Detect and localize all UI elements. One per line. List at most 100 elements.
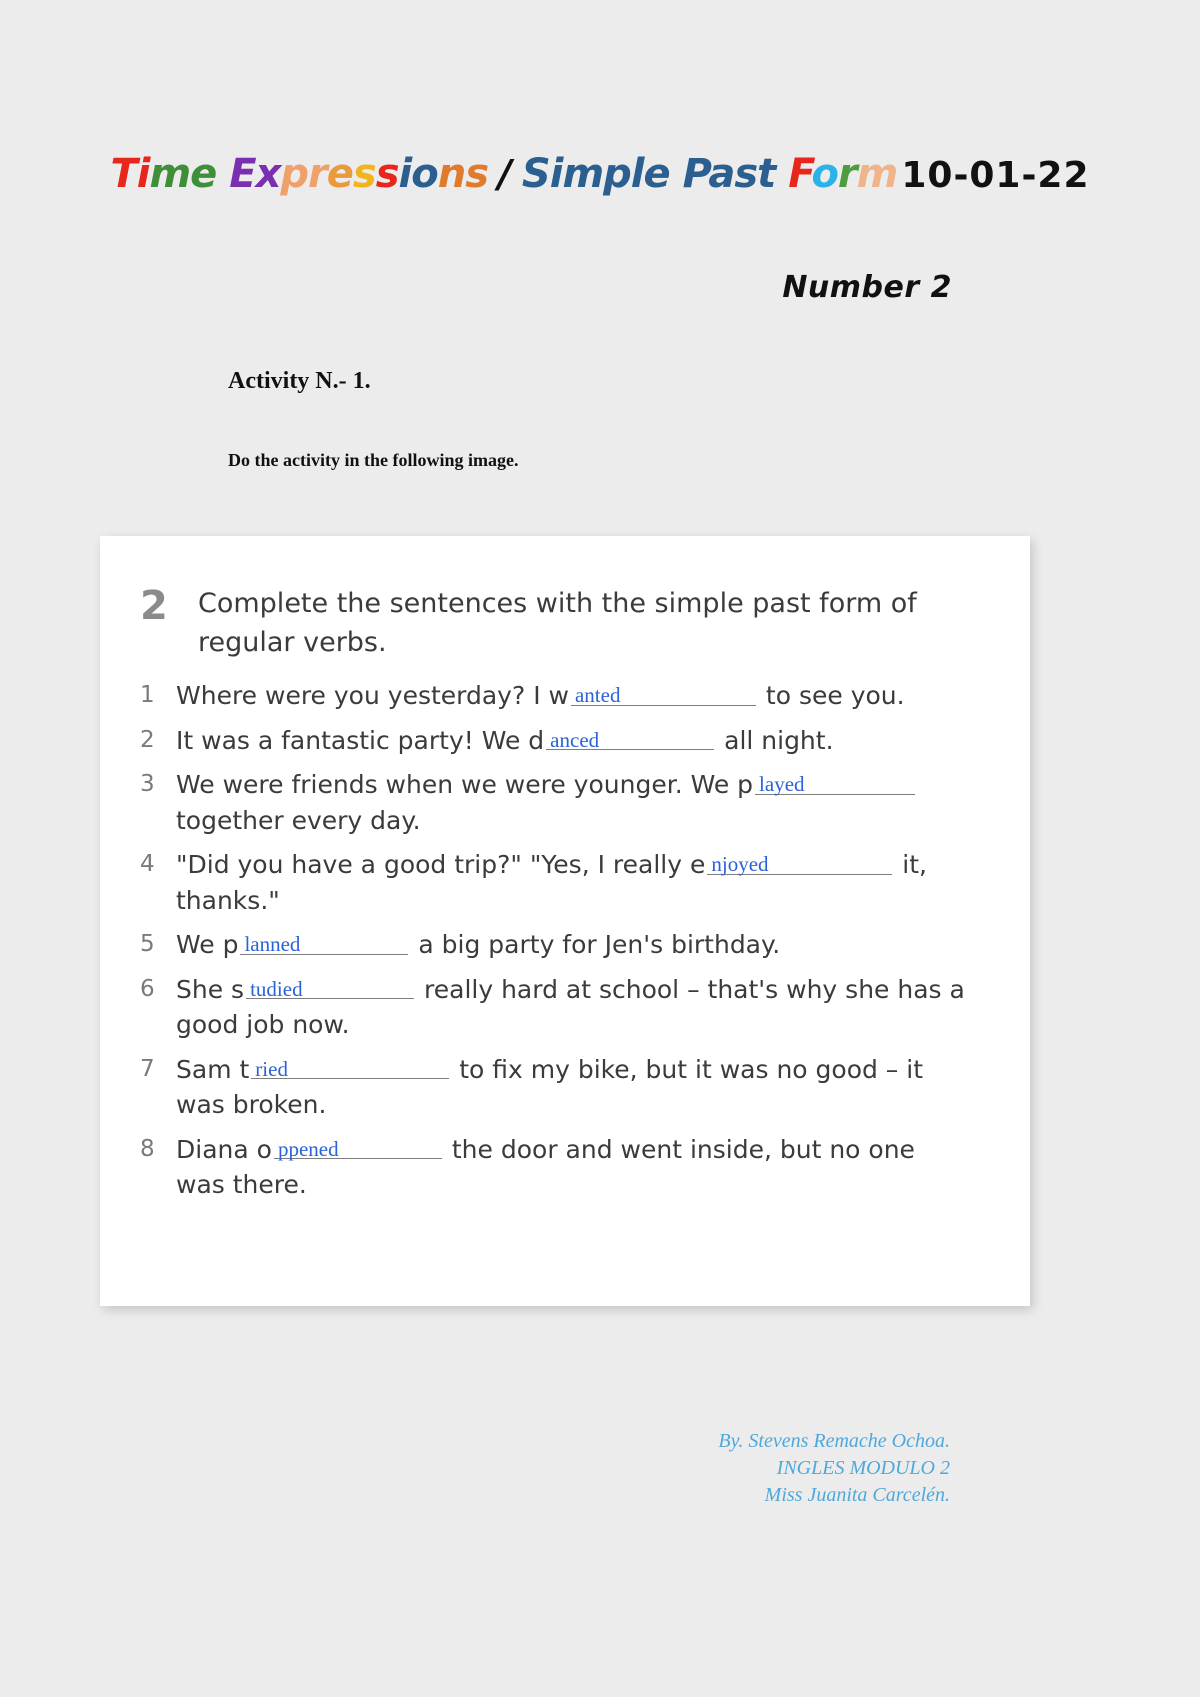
- exercise-item-list: 1 Where were you yesterday? I w anted to s…: [140, 678, 1000, 1203]
- exercise-item: 5 We p lanned a big party for Jen's birthd…: [140, 927, 1000, 963]
- exercise-item: 7 Sam t ried to fix my bike, but it was no…: [140, 1052, 1000, 1123]
- title-letter: m: [562, 151, 604, 197]
- sentence-prefix: We were friends when we were younger. We…: [176, 770, 754, 800]
- sentence-prefix: Diana o: [176, 1134, 272, 1164]
- title-letter: x: [255, 151, 282, 197]
- title-letter: s: [375, 151, 400, 197]
- title-date: 10-01-22: [901, 155, 1090, 196]
- exercise-item-number: 5: [140, 931, 155, 958]
- answer-text: tudied: [250, 976, 303, 1001]
- exercise-item: 6 She s tudied really hard at school – tha…: [140, 972, 1000, 1043]
- exercise-item: 2 It was a fantastic party! We d anced all…: [140, 723, 1000, 759]
- exercise-item-number: 4: [140, 851, 155, 878]
- title-letter: s: [465, 151, 489, 197]
- title-letter: i: [398, 151, 413, 197]
- title-letter: s: [734, 151, 758, 197]
- title-letter: T: [110, 151, 137, 197]
- exercise-item-number: 7: [140, 1055, 155, 1082]
- answer-text: ried: [255, 1056, 288, 1081]
- sentence-prefix: "Did you have a good trip?" "Yes, I real…: [176, 850, 706, 880]
- title-letter: n: [437, 151, 467, 197]
- sentence-suffix: together every day.: [176, 805, 421, 835]
- answer-text: njoyed: [711, 852, 769, 877]
- worksheet-image-card: 2 Complete the sentences with the simple…: [100, 536, 1030, 1306]
- title-letter: t: [757, 151, 776, 197]
- title-letter: P: [682, 151, 710, 197]
- sentence-suffix: to see you.: [757, 681, 905, 711]
- title-letter: [775, 151, 788, 197]
- exercise-item: 3 We were friends when we were younger. W…: [140, 767, 1000, 838]
- answer-blank[interactable]: ried: [251, 1052, 450, 1081]
- answer-text: ppened: [277, 1136, 339, 1161]
- title-letter: e: [326, 151, 354, 197]
- exercise-item-text: It was a fantastic party! We d anced all …: [176, 723, 834, 759]
- title-letter: E: [229, 151, 256, 197]
- exercise-item-number: 8: [140, 1135, 155, 1162]
- exercise-item: 8 Diana o ppened the door and went inside,…: [140, 1132, 1000, 1203]
- page-title: Time Expressions / Simple Past Form 10-0…: [0, 152, 1200, 196]
- answer-blank[interactable]: anted: [570, 678, 756, 708]
- title-separator: /: [498, 152, 512, 196]
- title-letter: m: [149, 151, 191, 197]
- worksheet-header: 2 Complete the sentences with the simple…: [140, 584, 1000, 662]
- sentence-prefix: Where were you yesterday? I w: [176, 681, 569, 711]
- answer-text: layed: [759, 772, 805, 797]
- title-letter: e: [643, 151, 671, 197]
- sentence-prefix: Sam t: [176, 1054, 250, 1084]
- title-letter: r: [308, 151, 328, 197]
- title-letter: p: [603, 151, 632, 197]
- answer-text: anted: [574, 683, 621, 708]
- title-letter: m: [856, 151, 899, 197]
- exercise-item-text: We were friends when we were younger. We…: [176, 767, 966, 838]
- title-letter: S: [521, 151, 551, 197]
- title-letter: s: [352, 151, 377, 197]
- answer-text: anced: [550, 727, 600, 752]
- answer-blank[interactable]: tudied: [246, 972, 415, 1001]
- activity-heading: Activity N.- 1.: [228, 368, 371, 394]
- exercise-item-number: 3: [140, 771, 155, 798]
- number-label: Number 2: [782, 270, 952, 305]
- title-letter: [670, 151, 683, 197]
- title-time-expressions: Time Expressions: [110, 151, 489, 197]
- exercise-item-text: Where were you yesterday? I w anted to se…: [176, 678, 905, 714]
- title-simple-past-form: Simple Past Form: [521, 151, 899, 197]
- answer-text: lanned: [244, 932, 301, 957]
- title-letter: i: [549, 151, 564, 197]
- footer-course: INGLES MODULO 2: [776, 1457, 950, 1479]
- exercise-prompt: Complete the sentences with the simple p…: [198, 588, 917, 659]
- exercise-item: 1 Where were you yesterday? I w anted to s…: [140, 678, 1000, 714]
- exercise-item-number: 2: [140, 726, 155, 753]
- sentence-prefix: It was a fantastic party! We d: [176, 725, 545, 755]
- title-letter: l: [630, 151, 645, 197]
- title-letter: a: [708, 151, 735, 197]
- exercise-item-text: She s tudied really hard at school – that…: [176, 972, 966, 1043]
- sentence-prefix: She s: [176, 974, 245, 1004]
- exercise-item-number: 1: [140, 682, 155, 709]
- title-letter: [216, 151, 229, 197]
- activity-instruction: Do the activity in the following image.: [228, 450, 519, 470]
- exercise-item-text: Sam t ried to fix my bike, but it was no …: [176, 1052, 966, 1123]
- exercise-item-text: Diana o ppened the door and went inside, …: [176, 1132, 966, 1203]
- title-letter: o: [811, 151, 839, 197]
- answer-blank[interactable]: layed: [755, 767, 916, 797]
- footer-author: By. Stevens Remache Ochoa.: [718, 1430, 950, 1452]
- exercise-item-text: We p lanned a big party for Jen's birthda…: [176, 927, 780, 963]
- exercise-number: 2: [140, 583, 168, 629]
- sentence-prefix: We p: [176, 930, 239, 960]
- sentence-suffix: all night.: [716, 725, 834, 755]
- exercise-item-number: 6: [140, 975, 155, 1002]
- title-letter: i: [136, 151, 151, 197]
- title-letter: p: [280, 151, 309, 197]
- answer-blank[interactable]: lanned: [240, 927, 409, 957]
- answer-blank[interactable]: ppened: [273, 1132, 442, 1161]
- answer-blank[interactable]: anced: [546, 723, 715, 752]
- title-letter: o: [411, 151, 439, 197]
- exercise-item-text: "Did you have a good trip?" "Yes, I real…: [176, 847, 966, 918]
- footer-credits: By. Stevens Remache Ochoa. INGLES MODULO…: [718, 1428, 950, 1509]
- answer-blank[interactable]: njoyed: [707, 847, 893, 877]
- title-letter: e: [190, 151, 217, 197]
- title-letter: r: [837, 151, 858, 197]
- sentence-suffix: a big party for Jen's birthday.: [410, 930, 781, 960]
- exercise-item: 4 "Did you have a good trip?" "Yes, I rea…: [140, 847, 1000, 918]
- title-letter: F: [788, 151, 812, 197]
